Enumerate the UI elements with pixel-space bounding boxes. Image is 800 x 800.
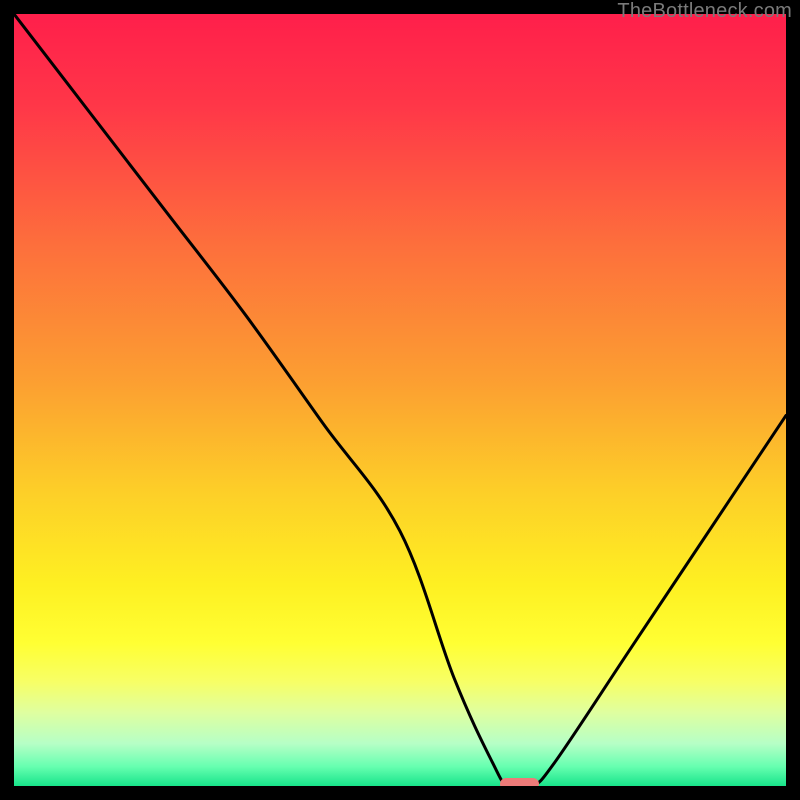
gradient-background	[14, 14, 786, 786]
watermark-text: TheBottleneck.com	[617, 0, 792, 23]
chart-frame: TheBottleneck.com	[0, 0, 800, 800]
plot-area	[14, 14, 786, 786]
